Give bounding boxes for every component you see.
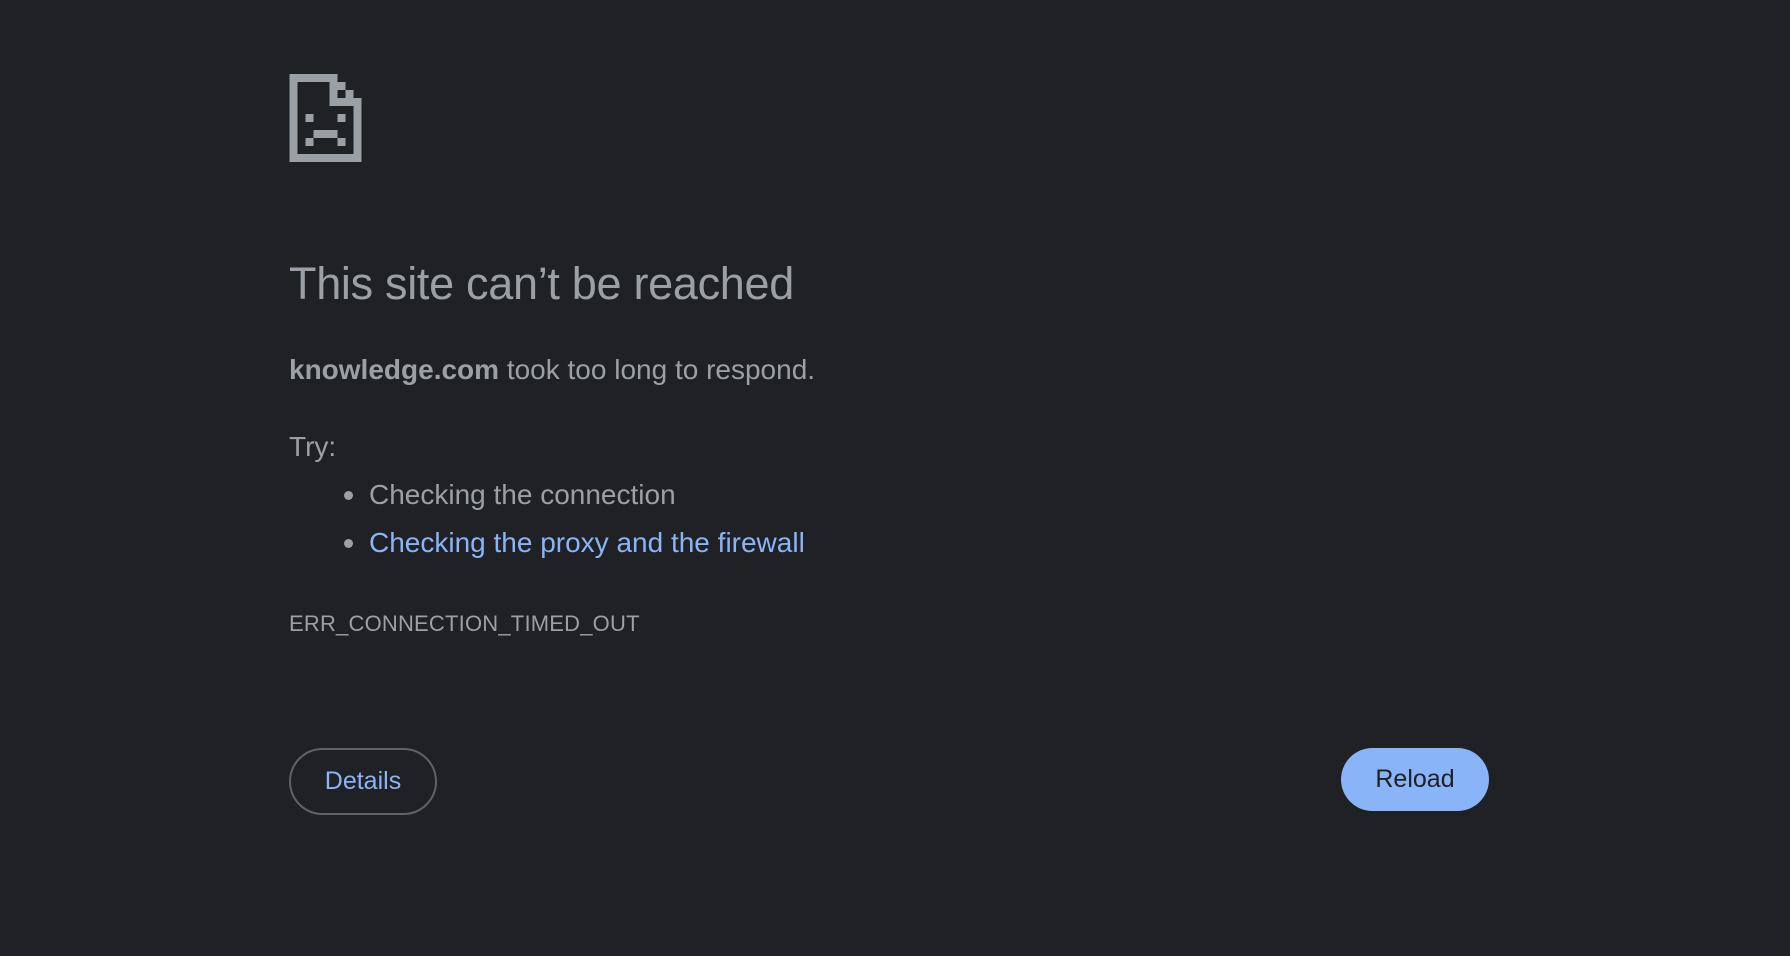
error-code: ERR_CONNECTION_TIMED_OUT — [289, 611, 640, 636]
suggestion-item: Checking the proxy and the firewall — [289, 525, 805, 573]
suggestion-item: Checking the connection — [289, 477, 805, 525]
details-button[interactable]: Details — [289, 748, 437, 815]
sad-document-icon — [289, 74, 362, 162]
error-summary: knowledge.com took too long to respond. — [289, 352, 815, 388]
host-name: knowledge.com — [289, 354, 500, 385]
error-title: This site can’t be reached — [289, 258, 794, 309]
suggestion-check-connection: Checking the connection — [369, 479, 676, 510]
suggestion-check-proxy-link[interactable]: Checking the proxy and the firewall — [369, 527, 805, 558]
suggestions-list: Checking the connection Checking the pro… — [289, 477, 805, 573]
bullet-icon — [344, 491, 353, 500]
summary-text: took too long to respond. — [499, 354, 816, 385]
reload-button[interactable]: Reload — [1341, 748, 1489, 811]
try-label: Try: — [289, 431, 337, 462]
bullet-icon — [344, 539, 353, 548]
